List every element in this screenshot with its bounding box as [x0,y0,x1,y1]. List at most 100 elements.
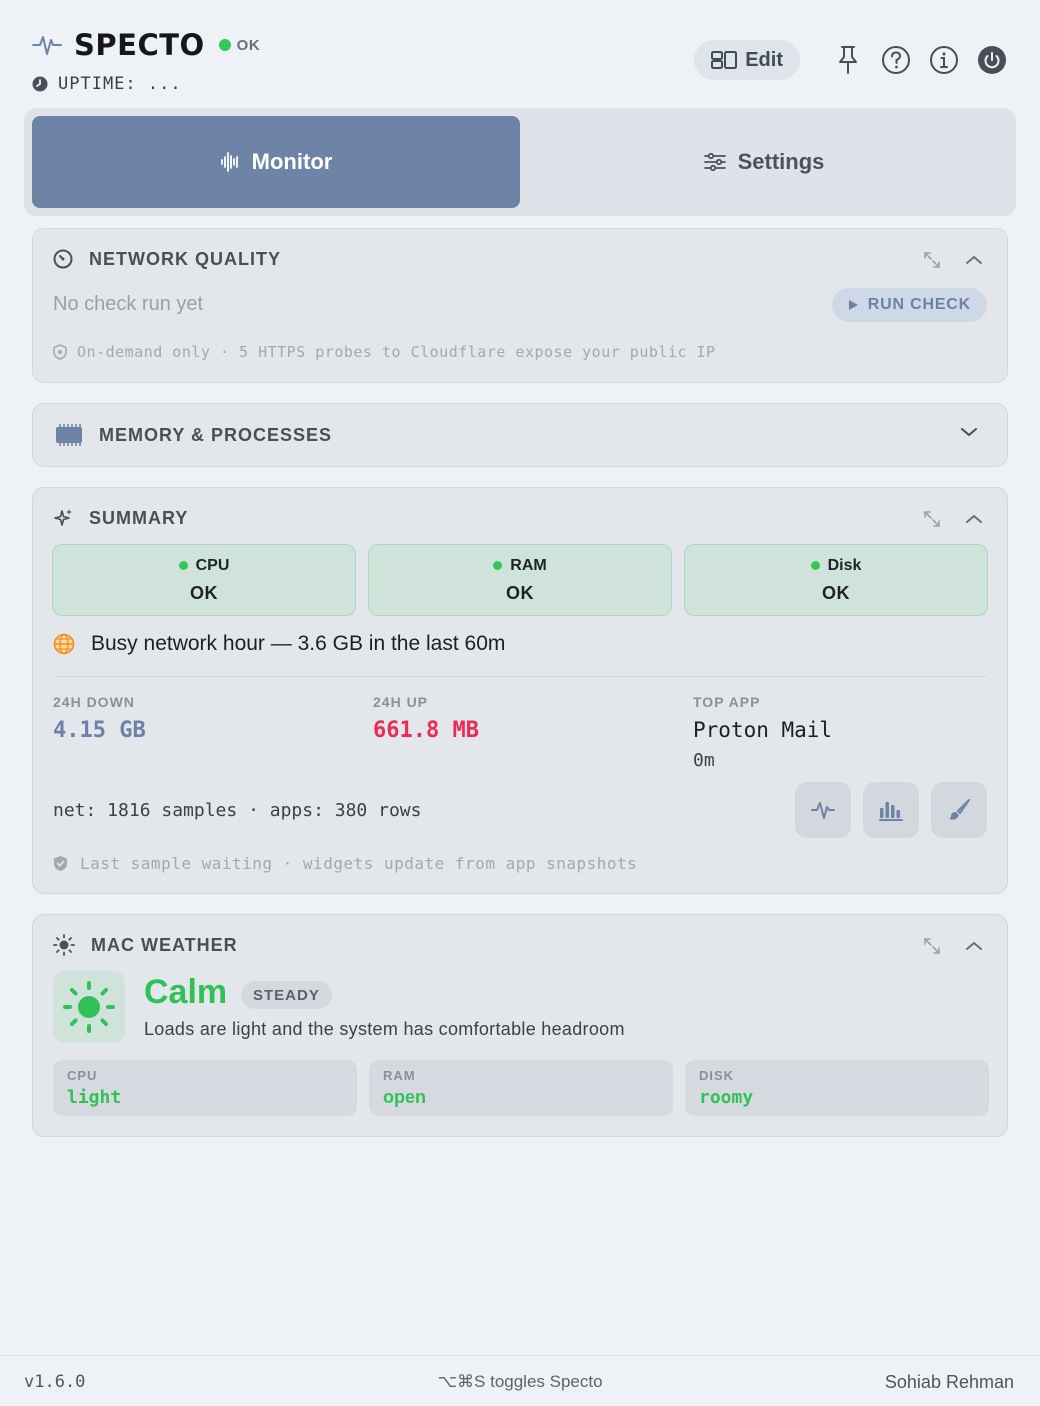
status-dot-icon [178,561,188,570]
network-quality-status: No check run yet [53,293,204,315]
help-icon[interactable] [880,44,912,76]
mac-weather-header: MAC WEATHER [33,915,1007,975]
weather-ram-label: RAM [383,1068,416,1083]
expand-icon[interactable] [921,935,943,957]
memory-processes-card[interactable]: MEMORY & PROCESSES [32,403,1008,467]
clean-button[interactable] [931,782,987,838]
expand-icon[interactable] [921,508,943,530]
memory-processes-header[interactable]: MEMORY & PROCESSES [33,404,1007,466]
bar-chart-icon [879,802,903,821]
status-tiles: CPU OK RAM OK Disk OK [52,544,988,616]
weather-state: Calm [144,973,228,1011]
weather-disk-tile: DISK roomy [685,1060,989,1116]
globe-icon [53,633,75,655]
summary-card: SUMMARY CPU OK RAM OK Disk OK Busy netwo… [32,487,1008,894]
ram-tile-label: RAM [510,556,547,574]
tab-monitor[interactable]: Monitor [32,116,520,208]
network-quality-header: NETWORK QUALITY [33,229,1007,289]
weather-ram-value: open [383,1087,426,1107]
top-app-value: Proton Mail [693,718,833,742]
up-label: 24H UP [373,694,429,710]
pulse-logo-icon [32,36,62,55]
weather-tiles: CPU light RAM open DISK roomy [53,1060,989,1116]
gauge-icon [53,249,73,269]
app-header: SPECTO OK UPTIME: ... Edit [32,28,1008,98]
sun-icon [63,981,115,1033]
summary-title: SUMMARY [89,507,189,528]
sun-small-icon [53,934,75,956]
network-quality-note: On-demand only · 5 HTTPS probes to Cloud… [53,343,716,361]
cpu-tile-label: CPU [195,556,230,574]
disk-tile-label: Disk [827,556,862,574]
author-link[interactable]: Sohiab Rehman [885,1372,1014,1393]
disk-status-tile: Disk OK [684,544,988,616]
network-quality-title: NETWORK QUALITY [89,248,281,269]
mac-weather-card: MAC WEATHER Calm STEADY Loads are light … [32,914,1008,1137]
chevron-up-icon[interactable] [963,935,985,957]
sparkles-icon [54,509,72,526]
footer-divider [0,1355,1040,1356]
app-name: SPECTO [74,28,205,62]
card-controls [901,508,985,530]
info-icon[interactable] [928,44,960,76]
bar-chart-button[interactable] [863,782,919,838]
top-app-stat: TOP APP Proton Mail 0m [693,694,832,771]
chevron-down-icon[interactable] [961,424,977,442]
footer: v1.6.0 ⌥⌘S toggles Specto Sohiab Rehman [0,1372,1040,1396]
weather-disk-value: roomy [699,1087,754,1108]
expand-icon[interactable] [921,249,943,271]
weather-sun-tile [53,971,125,1043]
power-icon[interactable] [976,44,1008,76]
ram-status-tile: RAM OK [368,544,672,616]
status-dot-icon [810,561,820,570]
busy-network-row: Busy network hour — 3.6 GB in the last 6… [53,632,505,656]
memory-processes-title: MEMORY & PROCESSES [99,424,333,445]
uptime-text: UPTIME: ... [58,74,182,94]
play-icon [848,300,858,310]
run-check-label: RUN CHECK [867,296,971,313]
layout-icon [711,51,738,69]
status-badge: OK [236,36,261,54]
busy-network-text: Busy network hour — 3.6 GB in the last 6… [91,632,506,655]
card-controls [901,935,985,957]
status-dot-icon [218,39,231,51]
clock-icon [32,76,48,92]
down-value: 4.15 GB [53,718,146,743]
pulse-chart-button[interactable] [795,782,851,838]
weather-disk-label: DISK [699,1068,735,1083]
network-quality-card: NETWORK QUALITY No check run yet RUN CHE… [32,228,1008,383]
tab-settings[interactable]: Settings [520,116,1008,208]
summary-tool-buttons [783,782,987,838]
header-actions: Edit [694,40,1008,80]
summary-note-text: Last sample waiting · widgets update fro… [80,854,638,873]
summary-note: Last sample waiting · widgets update fro… [53,854,637,873]
weather-description: Loads are light and the system has comfo… [144,1019,625,1039]
pin-icon[interactable] [832,44,864,76]
chevron-up-icon[interactable] [963,249,985,271]
down-stat: 24H DOWN 4.15 GB [53,694,146,743]
tab-monitor-label: Monitor [251,149,333,174]
waveform-icon [220,152,238,172]
chevron-up-icon[interactable] [963,508,985,530]
weather-cpu-value: light [67,1087,122,1108]
tab-settings-label: Settings [737,149,825,174]
up-value: 661.8 MB [373,718,479,743]
up-stat: 24H UP 661.8 MB [373,694,479,743]
top-app-sub: 0m [693,750,715,771]
pulse-icon [811,802,835,819]
summary-header: SUMMARY [33,488,1007,548]
run-check-button[interactable]: RUN CHECK [831,288,987,322]
shield-icon [53,344,67,360]
samples-text: net: 1816 samples · apps: 380 rows [53,800,422,821]
down-label: 24H DOWN [53,694,135,710]
network-quality-note-text: On-demand only · 5 HTTPS probes to Cloud… [77,343,716,361]
disk-tile-value: OK [822,582,850,603]
memory-chip-icon [56,424,82,446]
mac-weather-title: MAC WEATHER [91,934,238,955]
edit-button[interactable]: Edit [694,40,800,80]
ram-tile-value: OK [506,582,534,603]
card-controls [901,249,985,271]
tab-bar: Monitor Settings [24,108,1016,216]
shield-check-icon [54,856,67,871]
sliders-icon [703,152,726,172]
